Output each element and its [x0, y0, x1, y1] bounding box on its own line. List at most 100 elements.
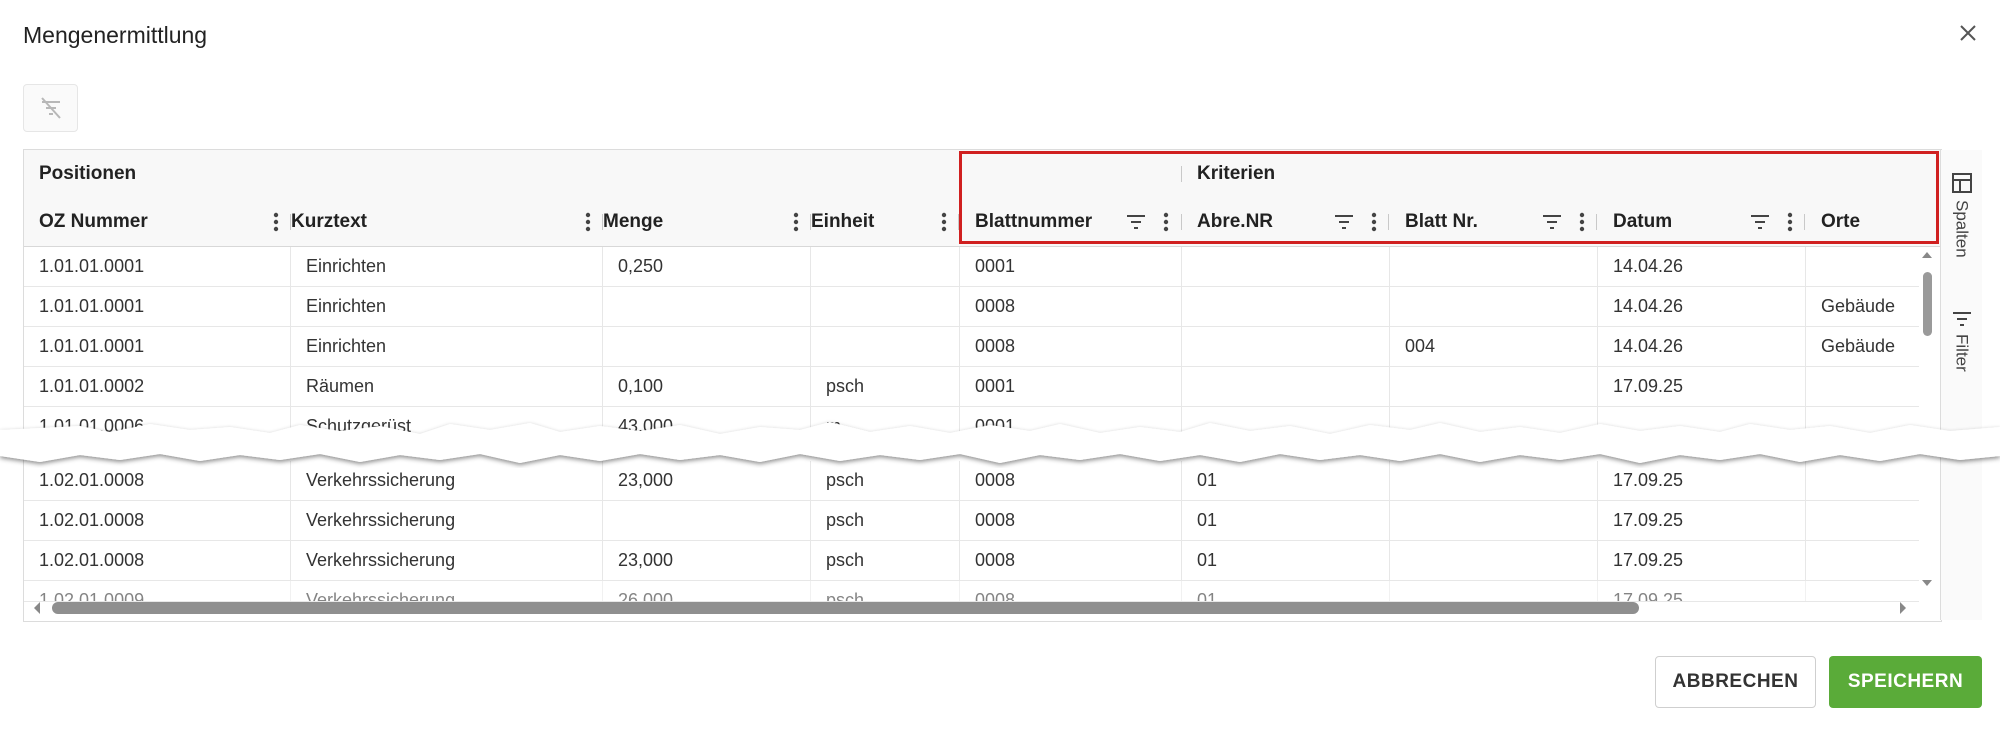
- horizontal-scroll-thumb[interactable]: [52, 602, 1639, 614]
- table-row[interactable]: 1.01.01.0001 Einrichten 0008 14.04.26 Ge…: [24, 287, 1919, 327]
- horizontal-scrollbar[interactable]: [24, 598, 1917, 618]
- column-header-kurztext[interactable]: Kurztext: [276, 198, 566, 246]
- column-menu-blattnummer-icon[interactable]: [1154, 210, 1178, 234]
- clear-filters-button[interactable]: [23, 84, 78, 132]
- cell-abre: [1182, 367, 1390, 406]
- column-header-datum[interactable]: Datum: [1598, 198, 1738, 246]
- tool-panel-sidebar: Spalten Filter: [1940, 150, 1982, 620]
- cell-oz: 1.02.01.0008: [24, 501, 291, 540]
- cell-blatt: [1390, 367, 1598, 406]
- column-header-menge[interactable]: Menge: [588, 198, 788, 246]
- scroll-left-icon[interactable]: [30, 598, 44, 618]
- table-row[interactable]: 1.01.01.0001 Einrichten 0008 004 14.04.2…: [24, 327, 1919, 367]
- group-header-row: Positionen Kriterien: [24, 150, 1941, 199]
- scroll-down-icon[interactable]: [1918, 576, 1936, 590]
- column-header-blattnummer-label: Blattnummer: [975, 211, 1093, 232]
- close-button[interactable]: [1953, 18, 1983, 48]
- column-menu-einheit-icon[interactable]: [932, 210, 956, 234]
- cell-datum: 17.09.25: [1598, 501, 1806, 540]
- cell-kurztext: Einrichten: [291, 287, 603, 326]
- cell-einheit: psch: [811, 367, 960, 406]
- cell-kurztext: Schutzgerüst: [291, 407, 603, 446]
- cell-oz: 1.02.01.0008: [24, 461, 291, 500]
- cell-abre: [1182, 287, 1390, 326]
- column-menu-blatt-icon[interactable]: [1570, 210, 1594, 234]
- cell-orte: [1806, 541, 1919, 580]
- cell-blattnummer: 0001: [960, 407, 1182, 446]
- tab-columns[interactable]: Spalten: [1941, 172, 1982, 258]
- cell-datum: 17.09.25: [1598, 541, 1806, 580]
- cell-orte: [1806, 461, 1919, 500]
- cancel-button[interactable]: ABBRECHEN: [1655, 656, 1816, 708]
- column-header-menge-label: Menge: [603, 211, 664, 232]
- column-header-abre-label: Abre.NR: [1197, 211, 1274, 232]
- filter-off-icon: [40, 97, 61, 119]
- cell-datum: 14.04.26: [1598, 287, 1806, 326]
- cell-datum: 14.04.26: [1598, 327, 1806, 366]
- cell-menge: 0,250: [603, 247, 811, 286]
- column-menu-datum-icon[interactable]: [1778, 210, 1802, 234]
- cell-orte: Gebäude: [1821, 296, 1896, 316]
- group-header-kriterien-label: Kriterien: [1197, 163, 1276, 184]
- columns-icon: [1951, 173, 1972, 193]
- tab-filter[interactable]: Filter: [1941, 310, 1982, 372]
- table-row[interactable]: 1.01.01.0002 Räumen 0,100 psch 0001 17.0…: [24, 367, 1919, 407]
- cell-oz: 1.01.01.0002: [24, 367, 291, 406]
- column-header-blattnummer[interactable]: Blattnummer: [960, 198, 1130, 246]
- column-filter-blatt-icon[interactable]: [1540, 210, 1564, 234]
- cell-orte: Gebäude: [1821, 336, 1896, 356]
- tab-filter-label: Filter: [1952, 334, 1972, 372]
- cell-menge: 43,000: [603, 407, 811, 446]
- column-header-blatt[interactable]: Blatt Nr.: [1390, 198, 1530, 246]
- cell-abre: 01: [1182, 501, 1390, 540]
- cell-menge: 23,000: [603, 541, 811, 580]
- cell-einheit: [811, 287, 960, 326]
- cell-blattnummer: 0008: [960, 287, 1182, 326]
- cell-orte: [1806, 407, 1919, 446]
- cell-blatt: [1390, 541, 1598, 580]
- scroll-up-icon[interactable]: [1918, 248, 1936, 262]
- column-header-einheit-label: Einheit: [811, 211, 875, 232]
- column-filter-datum-icon[interactable]: [1748, 210, 1772, 234]
- cell-einheit: [811, 327, 960, 366]
- cell-einheit: psch: [811, 541, 960, 580]
- table-row[interactable]: 1.02.01.0008 Verkehrssicherung psch 0008…: [24, 501, 1919, 541]
- filter-icon: [1952, 312, 1971, 326]
- cell-kurztext: Verkehrssicherung: [291, 501, 603, 540]
- cell-kurztext: Verkehrssicherung: [291, 461, 603, 500]
- table-row[interactable]: 1.02.01.0008 Verkehrssicherung 23,000 ps…: [24, 461, 1919, 501]
- vertical-scroll-thumb[interactable]: [1923, 272, 1932, 336]
- table-row[interactable]: 1.01.01.0006 Schutzgerüst 43,000 m 0001: [24, 407, 1919, 447]
- cell-kurztext: Verkehrssicherung: [291, 541, 603, 580]
- cell-oz: 1.01.01.0001: [24, 287, 291, 326]
- quantity-grid: Positionen Kriterien OZ Nummer Kurztext …: [23, 149, 1942, 622]
- vertical-scrollbar[interactable]: [1918, 244, 1936, 590]
- column-header-orte[interactable]: Orte: [1806, 198, 1918, 246]
- group-header-positionen-label: Positionen: [39, 163, 137, 184]
- cell-datum: 17.09.25: [1598, 367, 1806, 406]
- table-row[interactable]: 1.02.01.0008 Verkehrssicherung 23,000 ps…: [24, 541, 1919, 581]
- cell-blattnummer: 0008: [960, 327, 1182, 366]
- table-row[interactable]: 1.01.01.0001 Einrichten 0,250 0001 14.04…: [24, 247, 1919, 287]
- column-filter-abre-icon[interactable]: [1332, 210, 1356, 234]
- scroll-right-icon[interactable]: [1896, 598, 1910, 618]
- cell-menge: 0,100: [603, 367, 811, 406]
- column-header-kurztext-label: Kurztext: [291, 211, 368, 232]
- tab-columns-label: Spalten: [1952, 200, 1972, 258]
- cell-blattnummer: 0001: [960, 247, 1182, 286]
- column-header-abre[interactable]: Abre.NR: [1182, 198, 1322, 246]
- grid-body: 1.01.01.0001 Einrichten 0,250 0001 14.04…: [24, 247, 1941, 621]
- cell-oz: 1.02.01.0008: [24, 541, 291, 580]
- cell-einheit: psch: [811, 461, 960, 500]
- cell-einheit: [811, 247, 960, 286]
- cell-abre: [1182, 247, 1390, 286]
- column-header-einheit[interactable]: Einheit: [796, 198, 936, 246]
- column-header-blatt-label: Blatt Nr.: [1405, 211, 1478, 232]
- cell-oz: 1.01.01.0001: [24, 327, 291, 366]
- column-filter-blattnummer-icon[interactable]: [1124, 210, 1148, 234]
- column-header-oz[interactable]: OZ Nummer: [24, 198, 290, 246]
- cell-blatt: 004: [1390, 327, 1598, 366]
- save-button[interactable]: SPEICHERN: [1829, 656, 1982, 708]
- cell-menge: [603, 287, 811, 326]
- column-menu-abre-icon[interactable]: [1362, 210, 1386, 234]
